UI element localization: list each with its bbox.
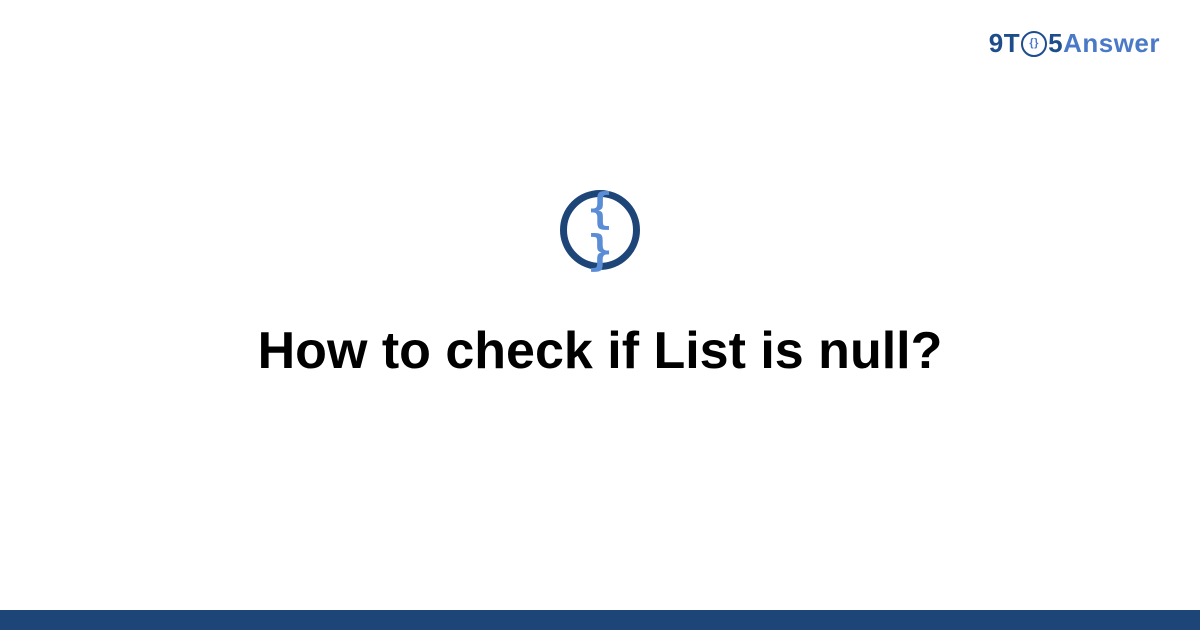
code-braces-icon: { } <box>560 190 640 270</box>
bottom-bar <box>0 610 1200 630</box>
logo-clock-icon: {} <box>1021 31 1047 57</box>
braces-glyph: { } <box>567 188 633 272</box>
logo-clock-inner: {} <box>1029 38 1039 49</box>
logo-part-answer: Answer <box>1063 28 1160 59</box>
logo-part-9t: 9T <box>989 28 1020 59</box>
page-title: How to check if List is null? <box>0 320 1200 382</box>
site-logo: 9T {} 5Answer <box>989 28 1160 59</box>
main-content: { } How to check if List is null? <box>0 190 1200 382</box>
logo-part-5: 5 <box>1048 28 1063 59</box>
